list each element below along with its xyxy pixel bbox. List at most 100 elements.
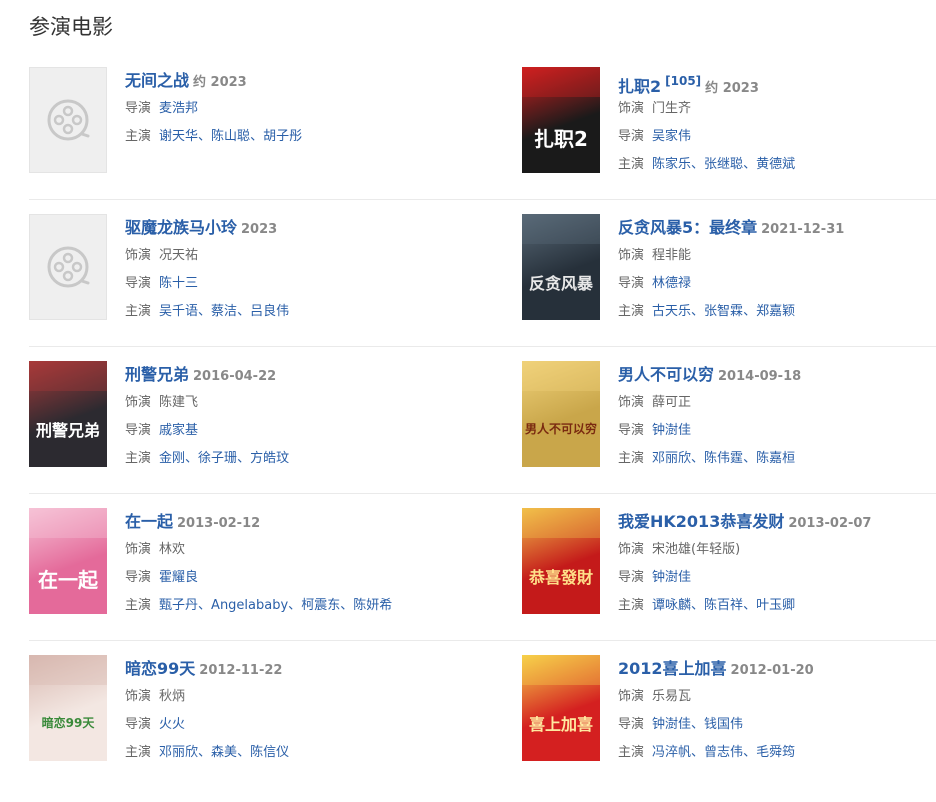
meta-role: 饰演 门生齐	[618, 95, 936, 123]
cast-link[interactable]: 谢天华	[159, 129, 198, 144]
cast-link[interactable]: 古天乐	[652, 304, 691, 319]
role-name: 薛可正	[652, 395, 692, 410]
release-date: 约 2023	[193, 75, 247, 90]
director-label: 导演	[125, 101, 152, 116]
director-link[interactable]: 林德禄	[652, 276, 691, 291]
cast-link[interactable]: 吕良伟	[250, 304, 289, 319]
director-link[interactable]: 钟澍佳	[652, 423, 691, 438]
meta-director: 导演 麦浩邦	[125, 95, 499, 123]
cast-link[interactable]: 张智霖	[704, 304, 743, 319]
film-title-link[interactable]: 驱魔龙族马小玲	[125, 218, 237, 237]
cast-link[interactable]: 叶玉卿	[756, 598, 795, 613]
film-poster[interactable]: 反贪风暴	[522, 214, 600, 320]
cast-link[interactable]: 邓丽欣	[159, 745, 198, 760]
meta-cast: 主演 冯淬帆、曾志伟、毛舜筠	[618, 739, 936, 767]
cast-link[interactable]: 金刚	[159, 451, 185, 466]
cast-link[interactable]: 陈伟霆	[704, 451, 743, 466]
cast-link[interactable]: 曾志伟	[704, 745, 743, 760]
film-title-link[interactable]: 在一起	[125, 512, 173, 531]
poster-text: 刑警兄弟	[35, 421, 100, 440]
film-poster[interactable]: 刑警兄弟	[29, 361, 107, 467]
film-row: 刑警兄弟 刑警兄弟 2016-04-22 饰演 陈建飞 导演 戚家基 主演 金刚、徐子珊、方皓玟…	[29, 361, 936, 508]
title-line: 暗恋99天 2012-11-22	[125, 655, 499, 683]
film-title-link[interactable]: 2012喜上加喜	[618, 659, 727, 678]
poster-placeholder[interactable]	[29, 214, 107, 320]
film-title-link[interactable]: 男人不可以穷	[618, 365, 714, 384]
cast-label: 主演	[618, 451, 645, 466]
director-link[interactable]: 戚家基	[159, 423, 198, 438]
film-title-link[interactable]: 刑警兄弟	[125, 365, 189, 384]
meta-cast: 主演 陈家乐、张继聪、黄德斌	[618, 151, 936, 179]
director-link[interactable]: 霍耀良	[159, 570, 198, 585]
role-name: 林欢	[159, 542, 186, 557]
director-link[interactable]: 钱国伟	[704, 717, 743, 732]
cast-link[interactable]: 冯淬帆	[652, 745, 691, 760]
cast-link[interactable]: 黄德斌	[756, 157, 795, 172]
film-poster[interactable]: 在一起	[29, 508, 107, 614]
cast-link[interactable]: 森美	[211, 745, 237, 760]
director-link[interactable]: 吴家伟	[652, 129, 691, 144]
director-link[interactable]: 钟澍佳	[652, 717, 691, 732]
cast-link[interactable]: 陈妍希	[353, 598, 392, 613]
role-label: 饰演	[618, 248, 645, 263]
film-title-link[interactable]: 扎职2	[618, 77, 661, 96]
title-line: 在一起 2013-02-12	[125, 508, 499, 536]
meta-role: 饰演 况天祐	[125, 242, 499, 270]
poster-placeholder[interactable]	[29, 67, 107, 173]
film-poster[interactable]: 恭喜發財	[522, 508, 600, 614]
cast-link[interactable]: Angelababy	[211, 598, 288, 613]
reference-link[interactable]: [105]	[665, 74, 701, 88]
cast-link[interactable]: 毛舜筠	[756, 745, 795, 760]
separator: 、	[237, 745, 251, 760]
director-label: 导演	[618, 276, 645, 291]
cast-link[interactable]: 张继聪	[704, 157, 743, 172]
role-label: 饰演	[125, 689, 152, 704]
separator: 、	[691, 157, 705, 172]
cast-link[interactable]: 郑嘉颖	[756, 304, 795, 319]
film-info: 在一起 2013-02-12 饰演 林欢 导演 霍耀良 主演 甄子丹、Angelababy、柯…	[125, 508, 499, 620]
film-poster[interactable]: 喜上加喜	[522, 655, 600, 761]
cast-link[interactable]: 蔡洁	[211, 304, 237, 319]
release-date: 2012-11-22	[199, 663, 283, 678]
film-poster[interactable]: 扎职2	[522, 67, 600, 173]
cast-link[interactable]: 邓丽欣	[652, 451, 691, 466]
director-link[interactable]: 陈十三	[159, 276, 198, 291]
film-title-link[interactable]: 无间之战	[125, 71, 189, 90]
cast-link[interactable]: 徐子珊	[198, 451, 237, 466]
cast-link[interactable]: 柯震东	[301, 598, 340, 613]
cast-link[interactable]: 吴千语	[159, 304, 198, 319]
film-title-link[interactable]: 我爱HK2013恭喜发财	[618, 512, 784, 531]
separator: 、	[237, 451, 251, 466]
poster-band	[522, 67, 600, 97]
cast-link[interactable]: 陈百祥	[704, 598, 743, 613]
film-poster[interactable]: 暗恋99天	[29, 655, 107, 761]
release-date: 2013-02-07	[788, 516, 872, 531]
cast-link[interactable]: 陈嘉桓	[756, 451, 795, 466]
director-link[interactable]: 火火	[159, 717, 185, 732]
film-title-link[interactable]: 反贪风暴5：最终章	[618, 218, 757, 237]
cast-link[interactable]: 陈信仪	[250, 745, 289, 760]
row-divider	[29, 199, 936, 200]
poster-band	[522, 214, 600, 244]
release-date: 2023	[241, 222, 278, 237]
meta-cast: 主演 甄子丹、Angelababy、柯震东、陈妍希	[125, 592, 499, 620]
cast-label: 主演	[125, 451, 152, 466]
title-line: 刑警兄弟 2016-04-22	[125, 361, 499, 389]
director-link[interactable]: 钟澍佳	[652, 570, 691, 585]
cast-link[interactable]: 谭咏麟	[652, 598, 691, 613]
poster-band	[29, 361, 107, 391]
film-poster[interactable]: 男人不可以穷	[522, 361, 600, 467]
film-title-link[interactable]: 暗恋99天	[125, 659, 195, 678]
cast-link[interactable]: 陈家乐	[652, 157, 691, 172]
meta-role: 饰演 秋炳	[125, 683, 499, 711]
meta-role: 饰演 程非能	[618, 242, 936, 270]
director-link[interactable]: 麦浩邦	[159, 101, 198, 116]
director-label: 导演	[125, 276, 152, 291]
cast-link[interactable]: 陈山聪	[211, 129, 250, 144]
role-label: 饰演	[125, 395, 152, 410]
separator: 、	[198, 745, 212, 760]
director-label: 导演	[125, 570, 152, 585]
cast-link[interactable]: 方皓玟	[250, 451, 289, 466]
cast-link[interactable]: 胡子彤	[263, 129, 302, 144]
cast-link[interactable]: 甄子丹	[159, 598, 198, 613]
